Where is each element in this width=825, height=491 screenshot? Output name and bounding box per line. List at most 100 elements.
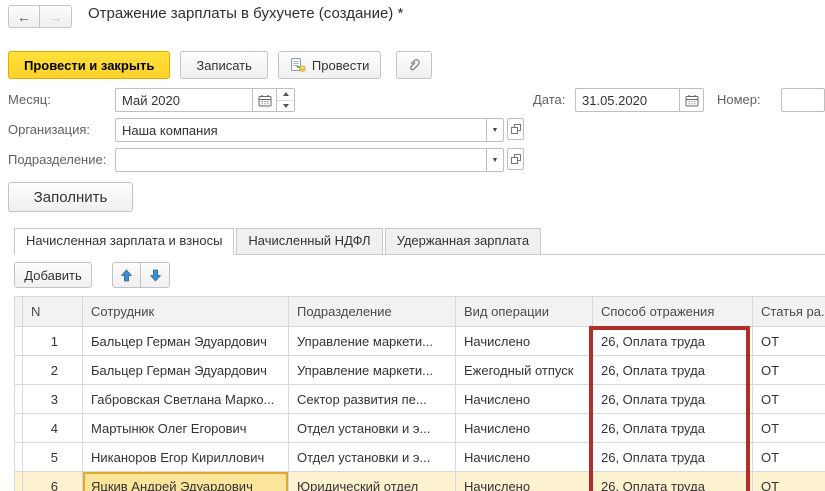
calendar-icon: [685, 94, 699, 107]
cell-department[interactable]: Управление маркети...: [289, 356, 456, 385]
organization-open-button[interactable]: [507, 118, 524, 140]
date-input[interactable]: [575, 88, 680, 112]
row-marker: [15, 443, 23, 472]
cell-n[interactable]: 2: [23, 356, 83, 385]
fill-button[interactable]: Заполнить: [8, 182, 133, 212]
cell-employee[interactable]: Никаноров Егор Кириллович: [83, 443, 289, 472]
cell-department[interactable]: Отдел установки и э...: [289, 443, 456, 472]
cell-employee[interactable]: Габровская Светлана Марко...: [83, 385, 289, 414]
post-and-close-button[interactable]: Провести и закрыть: [8, 51, 170, 79]
tab-accrued-ndfl[interactable]: Начисленный НДФЛ: [236, 228, 382, 254]
cell-article[interactable]: ОТ: [753, 385, 825, 414]
cell-department[interactable]: Управление маркети...: [289, 327, 456, 356]
save-button[interactable]: Записать: [180, 51, 268, 79]
department-field-group: ▼: [115, 148, 504, 172]
salary-reflection-window: ← → Отражение зарплаты в бухучете (созда…: [0, 0, 825, 491]
number-input[interactable]: [781, 88, 825, 112]
organization-label: Организация:: [8, 118, 90, 142]
cell-employee-active[interactable]: Яцкив Андрей Эдуардович: [83, 472, 289, 491]
cell-article[interactable]: ОТ: [753, 356, 825, 385]
cell-n[interactable]: 3: [23, 385, 83, 414]
cell-reflection[interactable]: 26, Оплата труда: [593, 327, 753, 356]
cell-reflection[interactable]: 26, Оплата труда: [593, 443, 753, 472]
row-marker: [15, 356, 23, 385]
column-header-article[interactable]: Статья ра...: [753, 297, 825, 327]
organization-dropdown-button[interactable]: ▼: [487, 118, 504, 142]
cell-operation[interactable]: Начислено: [456, 385, 593, 414]
attachments-button[interactable]: [396, 51, 432, 79]
cell-operation[interactable]: Начислено: [456, 327, 593, 356]
list-toolbar: Добавить: [14, 262, 170, 288]
department-input[interactable]: [115, 148, 487, 172]
cell-operation[interactable]: Начислено: [456, 472, 593, 491]
cell-employee[interactable]: Мартынюк Олег Егорович: [83, 414, 289, 443]
arrow-down-icon: [149, 269, 162, 282]
table-row: 2 Бальцер Герман Эдуардович Управление м…: [15, 356, 825, 385]
arrow-up-icon: [120, 269, 133, 282]
table-row: 4 Мартынюк Олег Егорович Отдел установки…: [15, 414, 825, 443]
month-input[interactable]: [115, 88, 253, 112]
open-form-icon: [510, 123, 522, 135]
row-marker: [15, 327, 23, 356]
back-arrow-icon: ←: [17, 9, 31, 25]
organization-field-group: ▼: [115, 118, 504, 142]
cell-employee[interactable]: Бальцер Герман Эдуардович: [83, 356, 289, 385]
add-row-button[interactable]: Добавить: [14, 262, 92, 288]
organization-input[interactable]: [115, 118, 487, 142]
table-header-row: N Сотрудник Подразделение Вид операции С…: [15, 297, 825, 327]
tab-withheld-salary[interactable]: Удержанная зарплата: [385, 228, 541, 254]
forward-button[interactable]: →: [40, 5, 72, 28]
cell-operation[interactable]: Начислено: [456, 443, 593, 472]
move-buttons: [112, 262, 170, 288]
cell-department[interactable]: Сектор развития пе...: [289, 385, 456, 414]
department-dropdown-button[interactable]: ▼: [487, 148, 504, 172]
date-label: Дата:: [533, 88, 565, 112]
table-row: 3 Габровская Светлана Марко... Сектор ра…: [15, 385, 825, 414]
column-header-n[interactable]: N: [23, 297, 83, 327]
move-up-button[interactable]: [112, 262, 141, 288]
cell-n[interactable]: 6: [23, 472, 83, 491]
cell-n[interactable]: 5: [23, 443, 83, 472]
column-header-operation[interactable]: Вид операции: [456, 297, 593, 327]
post-document-icon: [290, 57, 306, 73]
post-button[interactable]: Провести: [278, 51, 382, 79]
date-calendar-button[interactable]: [680, 88, 704, 112]
tab-accrued-salary-contributions[interactable]: Начисленная зарплата и взносы: [14, 228, 234, 255]
calendar-icon: [258, 94, 272, 107]
cell-n[interactable]: 4: [23, 414, 83, 443]
month-spin-up-button[interactable]: [277, 89, 294, 101]
department-open-button[interactable]: [507, 148, 524, 170]
tab-strip: Начисленная зарплата и взносы Начисленны…: [14, 228, 825, 255]
cell-article[interactable]: ОТ: [753, 443, 825, 472]
cell-reflection[interactable]: 26, Оплата труда: [593, 385, 753, 414]
cell-employee[interactable]: Бальцер Герман Эдуардович: [83, 327, 289, 356]
table-row-selected: 6 Яцкив Андрей Эдуардович Юридический от…: [15, 472, 825, 491]
history-nav: ← →: [8, 5, 72, 28]
cell-article[interactable]: ОТ: [753, 327, 825, 356]
cell-operation[interactable]: Начислено: [456, 414, 593, 443]
column-header-department[interactable]: Подразделение: [289, 297, 456, 327]
number-label: Номер:: [717, 88, 761, 112]
cell-reflection[interactable]: 26, Оплата труда: [593, 414, 753, 443]
date-field-group: [575, 88, 704, 112]
employees-table: N Сотрудник Подразделение Вид операции С…: [14, 296, 825, 491]
cell-article[interactable]: ОТ: [753, 414, 825, 443]
row-marker: [15, 385, 23, 414]
column-header-employee[interactable]: Сотрудник: [83, 297, 289, 327]
month-spin-down-button[interactable]: [277, 101, 294, 112]
chevron-down-icon: ▼: [492, 157, 499, 164]
cell-department[interactable]: Отдел установки и э...: [289, 414, 456, 443]
back-button[interactable]: ←: [8, 5, 40, 28]
cell-reflection[interactable]: 26, Оплата труда: [593, 356, 753, 385]
cell-n[interactable]: 1: [23, 327, 83, 356]
cell-operation[interactable]: Ежегодный отпуск: [456, 356, 593, 385]
department-label: Подразделение:: [8, 148, 106, 172]
cell-department[interactable]: Юридический отдел: [289, 472, 456, 491]
forward-arrow-icon: →: [49, 9, 63, 25]
column-header-reflection[interactable]: Способ отражения: [593, 297, 753, 327]
cell-article[interactable]: ОТ: [753, 472, 825, 491]
month-calendar-button[interactable]: [253, 88, 277, 112]
spin-down-icon: [283, 104, 289, 108]
cell-reflection[interactable]: 26, Оплата труда: [593, 472, 753, 491]
move-down-button[interactable]: [141, 262, 170, 288]
